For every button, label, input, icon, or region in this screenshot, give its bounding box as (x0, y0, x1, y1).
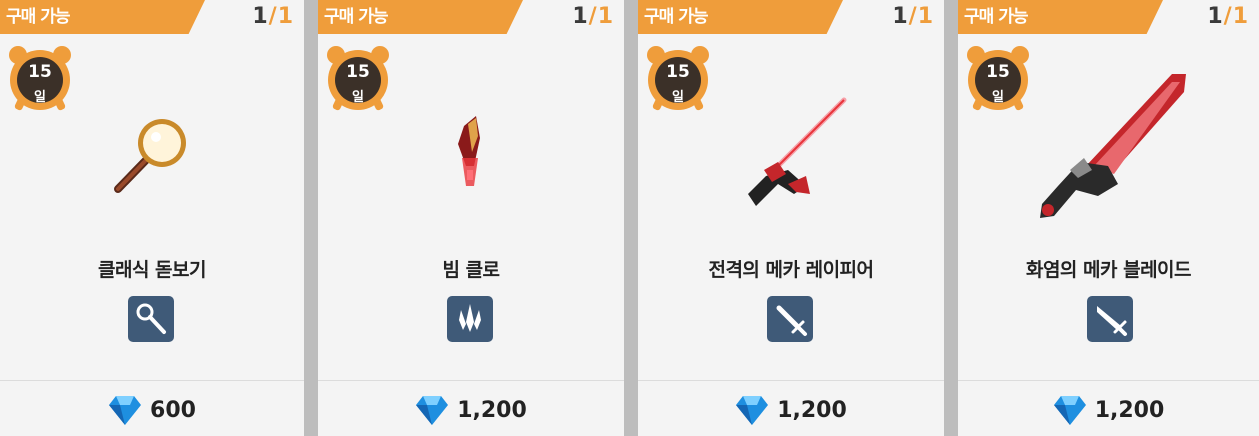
blue-gem-icon (1053, 396, 1086, 425)
magnifying-glass-image (0, 66, 304, 236)
mecha-blade-image (958, 66, 1259, 236)
item-name: 빔 클로 (442, 259, 500, 281)
purchase-limit: 1/1 (892, 4, 934, 29)
claw-weapon-icon (447, 296, 493, 342)
purchase-limit: 1/1 (252, 4, 294, 29)
blue-gem-icon (736, 396, 769, 425)
magnifier-weapon-icon (128, 296, 174, 342)
purchasable-badge: 구매 가능 (0, 0, 205, 34)
price: 1,200 (1094, 397, 1165, 423)
divider (318, 380, 624, 381)
price: 1,200 (777, 397, 847, 423)
blade-weapon-icon (1087, 296, 1133, 342)
purchasable-badge: 구매 가능 (318, 0, 523, 34)
shop-item-card[interactable]: 구매 가능 1/1 15 일 화염의 메카 블레이드 1,200 (958, 0, 1259, 436)
item-name: 전격의 메카 레이피어 (708, 259, 874, 281)
blue-gem-icon (109, 396, 142, 425)
price: 1,200 (457, 397, 527, 423)
beam-claw-image (318, 66, 624, 236)
price-row: 600 (0, 392, 304, 428)
blue-gem-icon (416, 396, 449, 425)
mecha-rapier-image (638, 66, 944, 236)
item-name: 클래식 돋보기 (98, 259, 207, 281)
shop-item-card[interactable]: 구매 가능 1/1 15 일 빔 클로 1,200 (318, 0, 624, 436)
sword-weapon-icon (767, 296, 813, 342)
purchasable-badge: 구매 가능 (958, 0, 1163, 34)
shop-item-card[interactable]: 구매 가능 1/1 15 일 클래식 돋보기 600 (0, 0, 304, 436)
price-row: 1,200 (638, 392, 944, 428)
price-row: 1,200 (958, 392, 1259, 428)
purchase-limit: 1/1 (572, 4, 614, 29)
shop-item-grid: 구매 가능 1/1 15 일 클래식 돋보기 600 구매 가능 1/1 15 … (0, 0, 1259, 436)
divider (0, 380, 304, 381)
divider (958, 380, 1259, 381)
divider (638, 380, 944, 381)
item-name: 화염의 메카 블레이드 (1025, 259, 1192, 281)
purchasable-badge: 구매 가능 (638, 0, 843, 34)
price: 600 (150, 397, 196, 423)
shop-item-card[interactable]: 구매 가능 1/1 15 일 전격의 메카 레이피어 1,200 (638, 0, 944, 436)
price-row: 1,200 (318, 392, 624, 428)
purchase-limit: 1/1 (1207, 4, 1249, 29)
